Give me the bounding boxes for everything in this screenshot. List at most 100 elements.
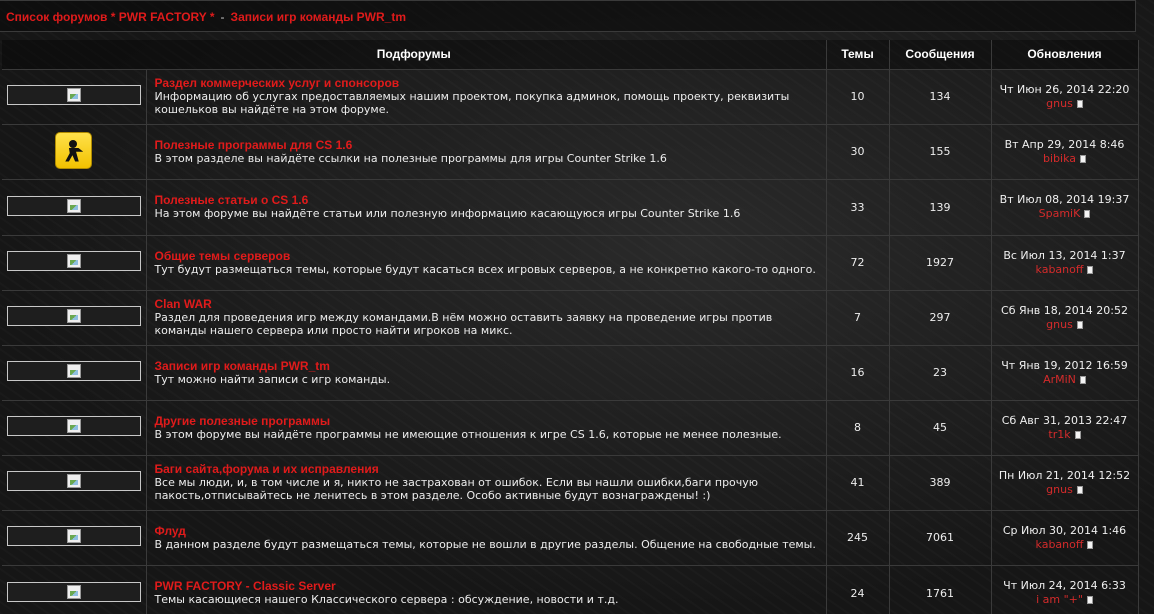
forum-icon-cell [2,179,147,236]
broken-image-icon [66,584,81,599]
last-post-author-link[interactable]: tr1k [1048,428,1070,441]
broken-image-icon [66,419,81,433]
posts-count: 45 [889,400,992,456]
forum-title-link[interactable]: Баги сайта,форума и их исправления [155,463,822,476]
forum-description-cell: Общие темы серверов Тут будут размещаться… [146,235,827,291]
topics-count: 24 [826,565,890,614]
last-post-author-link[interactable]: kabanoff [1036,538,1084,551]
forum-image-placeholder [6,526,141,546]
forum-row: Общие темы серверов Тут будут размещаться… [2,235,1139,291]
last-post-cell: Чт Июн 26, 2014 22:20 gnus [991,69,1139,125]
view-latest-post-icon[interactable] [1076,99,1083,108]
last-post-date: Чт Янв 19, 2012 16:59 [1001,358,1128,372]
broken-image-icon [66,254,81,268]
forum-image-placeholder [6,251,141,271]
forum-row: Полезные статьи о CS 1.6 На этом форуме в… [2,179,1139,236]
last-post-cell: Сб Авг 31, 2013 22:47 tr1k [991,400,1139,456]
posts-count: 1761 [889,565,992,614]
broken-image-icon [66,309,81,323]
forum-row: Раздел коммерческих услуг и спонсоров Инф… [2,69,1139,125]
last-post-author-link[interactable]: gnus [1046,483,1073,496]
last-post-cell: Вт Апр 29, 2014 8:46 bibika [991,124,1139,180]
broken-image-icon [66,364,81,378]
topics-count: 8 [826,400,890,456]
forum-icon-cell [2,400,147,456]
forum-row: Полезные программы для CS 1.6 В этом разд… [2,124,1139,180]
forum-description-cell: Флуд В данном разделе будут размещаться т… [146,510,827,566]
last-post-author-link[interactable]: SpamiK [1039,207,1081,220]
last-post-cell: Вт Июл 08, 2014 19:37 SpamiK [991,179,1139,236]
column-header-subforums: Подфорумы [2,40,827,70]
forum-image-placeholder [6,306,141,326]
last-post-date: Вс Июл 13, 2014 1:37 [1003,248,1126,262]
view-latest-post-icon[interactable] [1076,485,1083,494]
last-post-date: Вт Июл 08, 2014 19:37 [999,193,1130,206]
view-latest-post-icon[interactable] [1074,430,1081,439]
last-post-date: Сб Авг 31, 2013 22:47 [1001,413,1128,427]
forum-image-placeholder [6,416,141,436]
topics-count: 41 [826,455,890,511]
forum-row: PWR FACTORY - Classic Server Темы касающи… [2,565,1139,614]
posts-count: 155 [889,124,992,180]
column-header-updates: Обновления [991,40,1139,70]
forum-description: В этом форуме вы найдёте программы не им… [154,427,782,441]
forum-icon-cell [2,510,147,566]
forum-row: Записи игр команды PWR_tm Тут можно найти… [2,345,1139,401]
view-latest-post-icon[interactable] [1086,596,1093,604]
topics-count: 245 [826,510,890,566]
forum-icon-cell [2,124,147,180]
broken-image-icon [66,529,81,543]
posts-count: 389 [889,455,992,511]
forum-title-link[interactable]: Другие полезные программы [155,414,822,428]
view-latest-post-icon[interactable] [1080,154,1086,163]
topics-count: 33 [826,179,890,236]
last-post-cell: Сб Янв 18, 2014 20:52 gnus [991,290,1139,346]
forum-icon-cell [2,565,147,614]
forum-row: Баги сайта,форума и их исправления Все мы… [2,455,1139,511]
last-post-date: Ср Июл 30, 2014 1:46 [1002,523,1127,537]
forum-title-link[interactable]: Раздел коммерческих услуг и спонсоров [155,77,822,90]
forum-title-link[interactable]: Полезные программы для CS 1.6 [155,138,822,152]
topics-count: 7 [826,290,890,346]
breadcrumb-root-link[interactable]: Список форумов * PWR FACTORY * [6,10,215,24]
forum-row: Другие полезные программы В этом форуме в… [2,400,1139,456]
forum-description-cell: PWR FACTORY - Classic Server Темы касающи… [146,565,827,614]
forum-title-link[interactable]: Флуд [155,524,822,538]
forum-title-link[interactable]: Записи игр команды PWR_tm [155,359,822,373]
column-header-topics: Темы [826,40,890,70]
forum-title-link[interactable]: Общие темы серверов [155,249,822,263]
broken-image-icon [66,198,81,213]
posts-count: 7061 [889,510,992,566]
last-post-author-link[interactable]: bibika [1043,152,1076,165]
last-post-author-link[interactable]: kabanoff [1036,263,1084,276]
forum-title-link[interactable]: Clan WAR [155,298,822,311]
forum-image-placeholder [6,581,141,602]
forum-title-link[interactable]: Полезные статьи о CS 1.6 [155,194,822,207]
breadcrumb-separator: - [220,10,225,24]
broken-image-icon [66,88,81,102]
last-post-author-link[interactable]: i am "+" [1036,593,1083,606]
view-latest-post-icon[interactable] [1084,210,1091,218]
posts-count: 139 [889,179,992,236]
view-latest-post-icon[interactable] [1087,265,1094,274]
forum-row: Clan WAR Раздел для проведения игр между … [2,290,1139,346]
posts-count: 1927 [889,235,992,291]
forum-icon-cell [2,290,147,346]
last-post-cell: Чт Янв 19, 2012 16:59 ArMiN [991,345,1139,401]
forum-description: Тут будут размещаться темы, которые буду… [154,262,816,276]
view-latest-post-icon[interactable] [1076,320,1083,329]
last-post-cell: Пн Июл 21, 2014 12:52 gnus [991,455,1139,511]
view-latest-post-icon[interactable] [1087,540,1094,549]
breadcrumb-current-link[interactable]: Записи игр команды PWR_tm [231,10,406,24]
forum-description: Раздел для проведения игр между командам… [154,311,773,337]
last-post-author-link[interactable]: ArMiN [1043,373,1076,386]
view-latest-post-icon[interactable] [1079,375,1086,384]
forum-description: Тут можно найти записи с игр команды. [154,372,391,386]
forum-title-link[interactable]: PWR FACTORY - Classic Server [155,580,822,593]
posts-count: 134 [889,69,992,125]
subforums-table: Подфорумы Темы Сообщения Обновления Разд… [2,40,1139,614]
forum-image-placeholder [6,471,141,491]
last-post-date: Чт Июл 24, 2014 6:33 [1003,579,1126,592]
last-post-author-link[interactable]: gnus [1046,318,1073,331]
last-post-author-link[interactable]: gnus [1046,97,1073,110]
